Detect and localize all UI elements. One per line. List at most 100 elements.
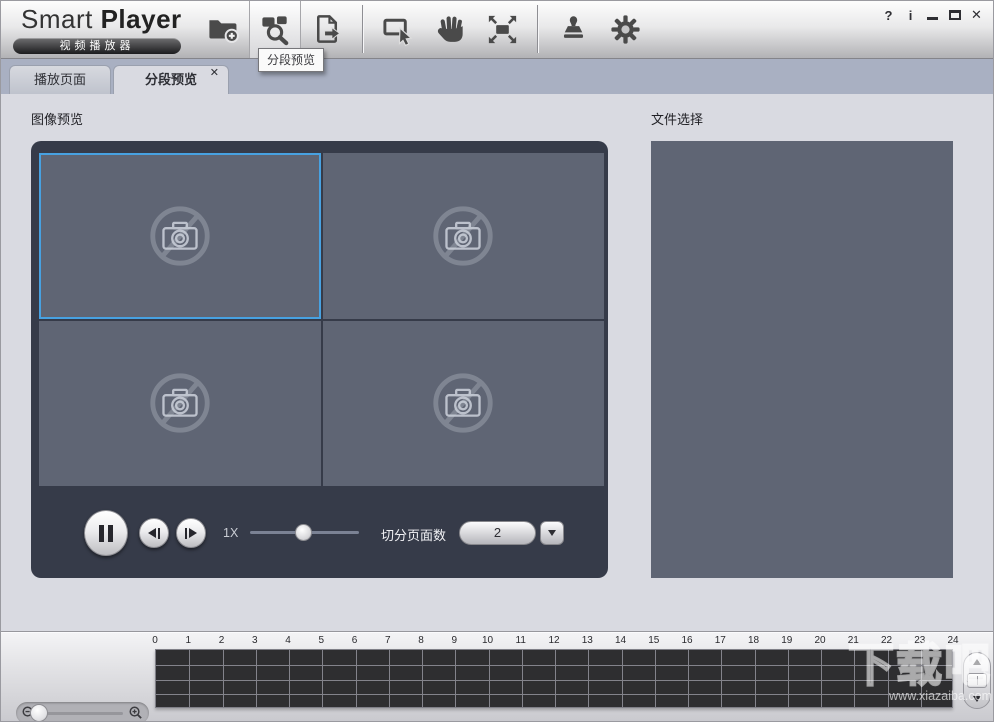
tab-play-page[interactable]: 播放页面	[9, 65, 111, 94]
timeline-grid-line	[489, 650, 490, 707]
camera-placeholder-icon	[145, 368, 215, 438]
timeline-grid-line	[289, 650, 290, 707]
toolbar-button-stamp[interactable]	[547, 1, 599, 58]
timeline-grid-line	[156, 680, 952, 681]
gear-icon	[608, 12, 643, 47]
timeline-scrollbar	[963, 652, 991, 709]
timeline-hour-label: 10	[482, 635, 493, 646]
timeline-grid-line	[921, 650, 922, 707]
minimize-button[interactable]	[926, 7, 939, 23]
timeline-grid-line	[888, 650, 889, 707]
timeline-panel: 0123456789101112131415161718192021222324	[1, 631, 994, 722]
timeline-grid-line	[522, 650, 523, 707]
help-button[interactable]: ?	[882, 7, 895, 23]
timeline-grid-line	[189, 650, 190, 707]
timeline-hour-label: 14	[615, 635, 626, 646]
toolbar-button-select[interactable]	[372, 1, 424, 58]
tabbar: 播放页面 分段预览 ✕	[1, 59, 994, 94]
image-preview-label: 图像预览	[31, 109, 83, 128]
camera-placeholder-icon	[428, 368, 498, 438]
next-frame-button[interactable]	[176, 518, 206, 548]
video-pane-grid	[39, 153, 604, 486]
timeline-hour-label: 6	[352, 635, 358, 646]
timeline-grid-line	[455, 650, 456, 707]
split-page-count-select[interactable]: 2	[459, 521, 536, 545]
info-button[interactable]: i	[904, 7, 917, 23]
brand-regular: Smart	[21, 4, 93, 34]
timeline-hour-label: 12	[548, 635, 559, 646]
timeline-hour-label: 7	[385, 635, 391, 646]
timeline-hour-label: 17	[715, 635, 726, 646]
minimize-icon	[927, 17, 938, 20]
timeline-zoom-track[interactable]	[40, 712, 123, 715]
timeline-grid-line	[389, 650, 390, 707]
close-button[interactable]: ✕	[970, 7, 983, 23]
main-content: 图像预览 文件选择	[1, 94, 994, 631]
timeline-hour-label: 13	[582, 635, 593, 646]
scroll-up-button[interactable]	[973, 659, 981, 665]
app-title: Smart Player	[21, 4, 182, 35]
zoom-in-icon[interactable]	[128, 705, 143, 720]
select-region-icon	[381, 12, 416, 47]
video-pane-2[interactable]	[323, 153, 605, 319]
toolbar-separator	[537, 5, 538, 53]
hand-pan-icon	[433, 12, 468, 47]
timeline-hour-label: 0	[152, 635, 158, 646]
toolbar-button-settings[interactable]	[599, 1, 651, 58]
timeline-hour-label: 23	[914, 635, 925, 646]
preview-container: 1X 切分页面数 2	[31, 141, 608, 578]
split-page-count-dropdown-button[interactable]	[540, 521, 564, 545]
timeline-hour-label: 19	[781, 635, 792, 646]
timeline-hour-label: 9	[451, 635, 457, 646]
pause-button[interactable]	[84, 510, 128, 556]
speed-slider-thumb[interactable]	[295, 524, 312, 541]
maximize-icon	[949, 10, 961, 20]
timeline-hour-label: 11	[516, 635, 526, 646]
previous-frame-button[interactable]	[139, 518, 169, 548]
timeline-grid-line	[322, 650, 323, 707]
toolbar-button-open-file[interactable]	[197, 1, 249, 58]
timeline-zoom-control	[16, 702, 149, 722]
camera-placeholder-icon	[428, 201, 498, 271]
tab-close-icon[interactable]: ✕	[210, 65, 219, 81]
timeline-grid-line	[655, 650, 656, 707]
tab-segment-preview[interactable]: 分段预览 ✕	[113, 65, 229, 94]
timeline-hour-label: 22	[881, 635, 892, 646]
maximize-button[interactable]	[948, 7, 961, 23]
toolbar-button-fullscreen[interactable]	[476, 1, 528, 58]
timeline-grid-line	[821, 650, 822, 707]
timeline-zoom-thumb[interactable]	[30, 704, 48, 722]
step-back-icon	[148, 528, 156, 538]
app-window: Smart Player 视频播放器	[0, 0, 994, 722]
timeline-hour-label: 5	[318, 635, 324, 646]
toolbar-button-hand[interactable]	[424, 1, 476, 58]
timeline-grid-line	[422, 650, 423, 707]
video-pane-4[interactable]	[323, 321, 605, 487]
video-pane-1[interactable]	[39, 153, 321, 319]
file-select-panel[interactable]	[651, 141, 953, 578]
timeline-grid-line	[356, 650, 357, 707]
export-file-icon	[310, 12, 345, 47]
scroll-down-button[interactable]	[973, 696, 981, 702]
timeline-grid[interactable]	[155, 649, 953, 708]
segment-preview-icon	[258, 12, 293, 47]
scrollbar-thumb[interactable]	[967, 673, 987, 688]
fullscreen-icon	[485, 12, 520, 47]
chevron-down-icon	[548, 530, 556, 536]
window-controls: ? i ✕	[882, 7, 983, 23]
timeline-hour-label: 1	[185, 635, 191, 646]
tab-label: 分段预览	[145, 72, 197, 87]
timeline-grid-line	[688, 650, 689, 707]
video-pane-3[interactable]	[39, 321, 321, 487]
step-back-icon	[158, 528, 161, 539]
timeline-hour-label: 15	[648, 635, 659, 646]
split-page-count-label: 切分页面数	[381, 525, 446, 544]
timeline-hour-label: 18	[748, 635, 759, 646]
timeline-grid-line	[156, 665, 952, 666]
app-subtitle: 视频播放器	[13, 38, 181, 54]
titlebar: Smart Player 视频播放器	[1, 1, 994, 59]
toolbar-separator	[362, 5, 363, 53]
app-logo: Smart Player 视频播放器	[21, 4, 182, 35]
timeline-hour-label: 8	[418, 635, 424, 646]
stamp-icon	[556, 12, 591, 47]
